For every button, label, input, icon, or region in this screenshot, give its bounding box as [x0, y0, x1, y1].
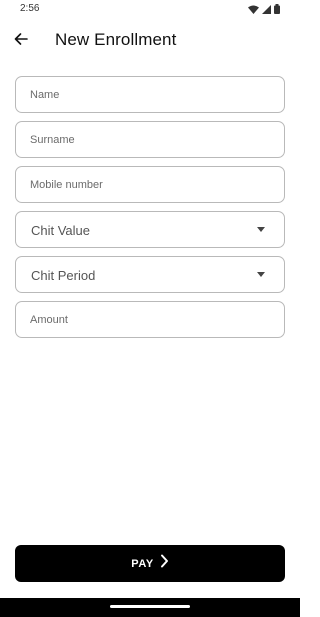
signal-icon [262, 4, 271, 14]
enrollment-form: Chit Value Chit Period [15, 76, 285, 346]
chit-value-label: Chit Value [31, 223, 91, 238]
chevron-down-icon [257, 272, 265, 277]
chit-value-dropdown[interactable]: Chit Value [15, 211, 285, 248]
chit-period-label: Chit Period [31, 268, 96, 283]
page-title: New Enrollment [55, 30, 177, 49]
arrow-left-icon [14, 32, 28, 50]
surname-field [15, 121, 285, 158]
status-bar: 2:56 [0, 0, 300, 20]
pay-button-label: PAY [131, 557, 154, 570]
app-bar: New Enrollment [0, 22, 300, 60]
name-input[interactable] [16, 77, 284, 112]
wifi-icon [248, 5, 259, 14]
pay-button[interactable]: PAY [15, 545, 285, 582]
mobile-number-input[interactable] [16, 167, 284, 202]
status-icons [248, 3, 280, 15]
battery-icon [274, 4, 280, 14]
back-button[interactable] [8, 28, 34, 54]
mobile-field [15, 166, 285, 203]
chevron-right-icon [160, 554, 169, 573]
status-time: 2:56 [20, 3, 40, 14]
home-indicator[interactable] [110, 605, 190, 608]
surname-input[interactable] [16, 122, 284, 157]
name-field [15, 76, 285, 113]
chit-period-dropdown[interactable]: Chit Period [15, 256, 285, 293]
amount-input[interactable] [16, 302, 284, 337]
chevron-down-icon [257, 227, 265, 232]
amount-field [15, 301, 285, 338]
system-nav-bar [0, 598, 300, 617]
